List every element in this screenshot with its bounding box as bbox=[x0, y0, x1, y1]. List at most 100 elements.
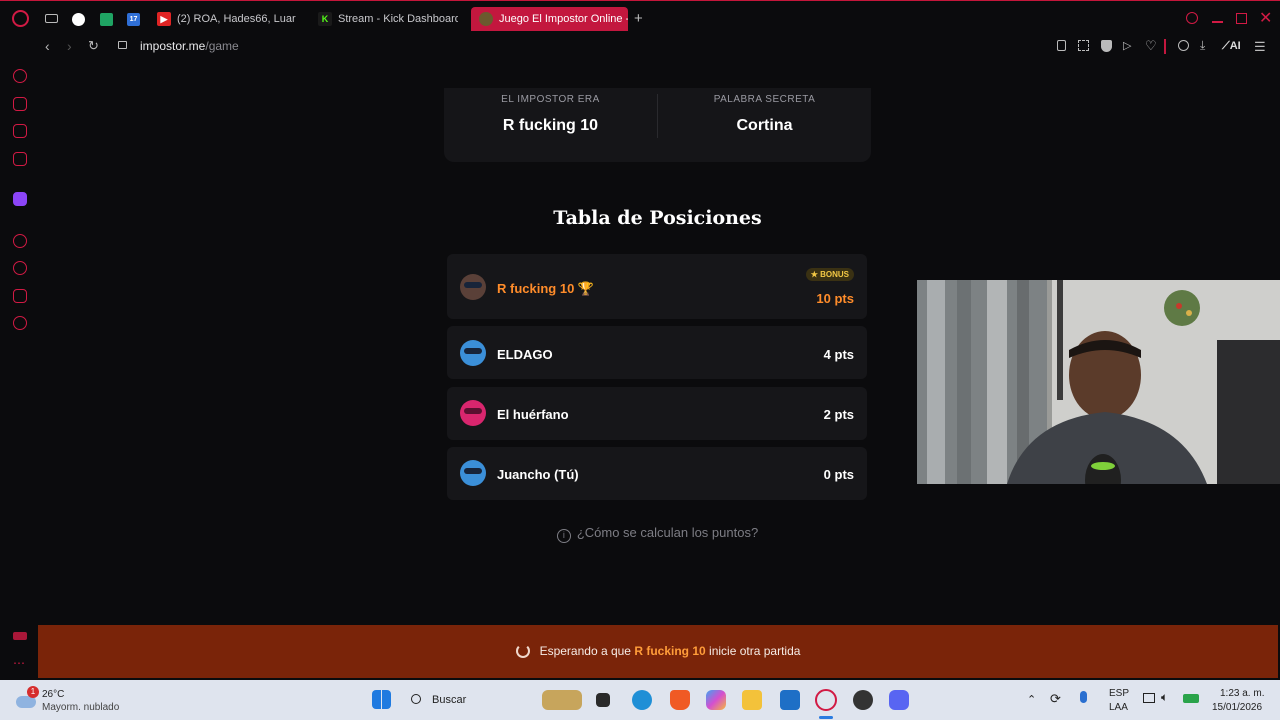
sidebar-extensions-icon[interactable] bbox=[13, 289, 27, 303]
webcam-overlay bbox=[917, 280, 1280, 484]
bonus-badge: ★ BONUS bbox=[805, 268, 854, 281]
tab-kick[interactable]: K Stream - Kick Dashboard bbox=[318, 7, 458, 31]
ai-button[interactable]: ⟋AI bbox=[1222, 40, 1241, 53]
weather-widget[interactable]: 1 26°C Mayorm. nublado bbox=[14, 684, 134, 716]
pinned-tab-calendar[interactable]: 17 bbox=[127, 13, 140, 26]
windows-taskbar: 1 26°C Mayorm. nublado Buscar ⌃ ⟳ ESP LA… bbox=[0, 680, 1280, 720]
maximize-button[interactable] bbox=[1236, 13, 1247, 24]
search-icon bbox=[411, 694, 421, 704]
weather-desc: Mayorm. nublado bbox=[42, 702, 120, 713]
opera-gx-taskbar-icon[interactable] bbox=[815, 689, 837, 711]
sidebar-twitch-icon[interactable] bbox=[13, 192, 27, 206]
player-name: El huérfano bbox=[497, 407, 569, 422]
sync-icon[interactable]: ⟳ bbox=[1050, 691, 1061, 707]
secret-word-label: PALABRA SECRETA bbox=[713, 94, 816, 105]
pinned-tab-obs[interactable] bbox=[72, 13, 85, 26]
info-icon: i bbox=[556, 529, 571, 543]
profile-icon[interactable] bbox=[1178, 40, 1189, 51]
browser-tab-bar: 17 ▶ (2) ROA, Hades66, Luar La K Stream … bbox=[0, 0, 1280, 36]
close-window-button[interactable]: ✕ bbox=[1259, 8, 1272, 28]
show-hidden-icons[interactable]: ⌃ bbox=[1027, 693, 1036, 706]
player-avatar bbox=[460, 340, 486, 366]
reload-icon[interactable]: ↻ bbox=[88, 38, 99, 54]
player-icon[interactable]: ▷ bbox=[1123, 39, 1131, 52]
tab-impostor[interactable]: Juego El Impostor Online - bbox=[471, 7, 628, 31]
tab-manager-icon[interactable] bbox=[45, 14, 58, 23]
language-line1[interactable]: ESP bbox=[1109, 688, 1129, 699]
edge-icon[interactable] bbox=[632, 690, 652, 710]
heart-icon[interactable]: ♡ bbox=[1145, 38, 1157, 54]
task-view-icon[interactable] bbox=[596, 693, 610, 707]
adblock-shield-icon[interactable] bbox=[1101, 40, 1112, 52]
clock-date: 15/01/2026 bbox=[1212, 702, 1263, 713]
player-points: 10 pts bbox=[816, 291, 854, 306]
waiting-player: R fucking 10 bbox=[634, 644, 706, 658]
impostor-reveal: EL IMPOSTOR ERA R fucking 10 bbox=[444, 88, 657, 135]
reveal-card: EL IMPOSTOR ERA R fucking 10 PALABRA SEC… bbox=[444, 88, 871, 162]
mic-icon[interactable] bbox=[1080, 691, 1087, 703]
sidebar-cards-icon[interactable] bbox=[13, 124, 27, 138]
tab-label: Stream - Kick Dashboard bbox=[338, 13, 458, 25]
download-icon[interactable]: ⤓ bbox=[1200, 38, 1205, 53]
impostor-label: EL IMPOSTOR ERA bbox=[501, 94, 600, 105]
sidebar-speed-dial-icon[interactable] bbox=[13, 69, 27, 83]
tab-youtube[interactable]: ▶ (2) ROA, Hades66, Luar La bbox=[157, 7, 299, 31]
copilot-icon[interactable] bbox=[706, 690, 726, 710]
leaderboard-row: Juancho (Tú) 0 pts bbox=[447, 447, 867, 500]
player-points: 0 pts bbox=[823, 467, 854, 482]
windows-start-icon[interactable] bbox=[372, 690, 391, 709]
clock-time[interactable]: 1:23 a. m. bbox=[1220, 688, 1264, 699]
forward-button[interactable]: › bbox=[67, 38, 72, 54]
points-help-link[interactable]: i ¿Cómo se calculan los puntos? bbox=[444, 525, 871, 543]
waiting-prefix: Esperando a que bbox=[539, 644, 631, 658]
outlook-icon[interactable] bbox=[780, 690, 800, 710]
waiting-message: Esperando a que R fucking 10 inicie otra… bbox=[38, 644, 1278, 658]
minimize-button[interactable] bbox=[1212, 21, 1223, 23]
player-avatar bbox=[460, 274, 486, 300]
discord-icon[interactable] bbox=[889, 690, 909, 710]
obs-icon[interactable] bbox=[853, 690, 873, 710]
snapshot-icon[interactable] bbox=[1078, 40, 1089, 51]
player-points: 2 pts bbox=[823, 407, 854, 422]
player-name: ELDAGO bbox=[497, 347, 553, 362]
secret-word-value: Cortina bbox=[736, 117, 793, 134]
taskbar-search-box[interactable]: Buscar bbox=[402, 686, 532, 714]
loading-spinner-icon bbox=[515, 644, 530, 658]
search-label: Buscar bbox=[432, 694, 467, 706]
battery-icon[interactable] bbox=[1183, 694, 1199, 703]
lock-icon bbox=[118, 41, 127, 49]
search-tabs-icon[interactable] bbox=[1186, 12, 1198, 24]
address-bar: ‹ › ↻ impostor.me/game ▷ ♡ ⤓ ⟋AI ☰ bbox=[0, 36, 1280, 58]
volume-icon[interactable]: 🔈︎ bbox=[1161, 690, 1168, 705]
search-highlight-icon[interactable] bbox=[542, 690, 582, 710]
leaderboard-row: ELDAGO 4 pts bbox=[447, 326, 867, 379]
network-icon[interactable] bbox=[1143, 693, 1155, 703]
gx-logo-icon[interactable] bbox=[13, 632, 27, 640]
back-button[interactable]: ‹ bbox=[45, 38, 50, 54]
tab-label: Juego El Impostor Online - bbox=[499, 13, 628, 25]
player-points: 4 pts bbox=[823, 347, 854, 362]
url-path: /game bbox=[205, 39, 239, 53]
url-field[interactable]: impostor.me/game bbox=[140, 39, 239, 53]
tab-label: (2) ROA, Hades66, Luar La bbox=[177, 13, 299, 25]
brave-icon[interactable] bbox=[670, 690, 690, 710]
opera-active-indicator bbox=[819, 716, 833, 719]
language-line2: LAA bbox=[1109, 702, 1128, 713]
leaderboard-row: El huérfano 2 pts bbox=[447, 387, 867, 440]
sidebar-bot-icon[interactable] bbox=[13, 97, 27, 111]
url-domain: impostor.me bbox=[140, 39, 206, 53]
pinned-tab-sheets[interactable] bbox=[100, 13, 113, 26]
sidebar-settings-icon[interactable] bbox=[13, 316, 27, 330]
impostor-name: R fucking 10 bbox=[502, 117, 599, 134]
file-explorer-icon[interactable] bbox=[742, 690, 762, 710]
sidebar-history-icon[interactable] bbox=[13, 261, 27, 275]
player-name: R fucking 10 🏆 bbox=[497, 281, 595, 296]
pin-icon[interactable] bbox=[1057, 40, 1066, 51]
menu-icon[interactable]: ☰ bbox=[1254, 39, 1266, 55]
opera-logo-icon[interactable] bbox=[12, 10, 29, 27]
new-tab-button[interactable]: + bbox=[634, 10, 643, 27]
waiting-suffix: inicie otra partida bbox=[709, 644, 801, 658]
sidebar-more-icon[interactable]: ⋯ bbox=[13, 656, 25, 670]
sidebar-player-icon[interactable] bbox=[13, 234, 27, 248]
sidebar-news-icon[interactable] bbox=[13, 152, 27, 166]
